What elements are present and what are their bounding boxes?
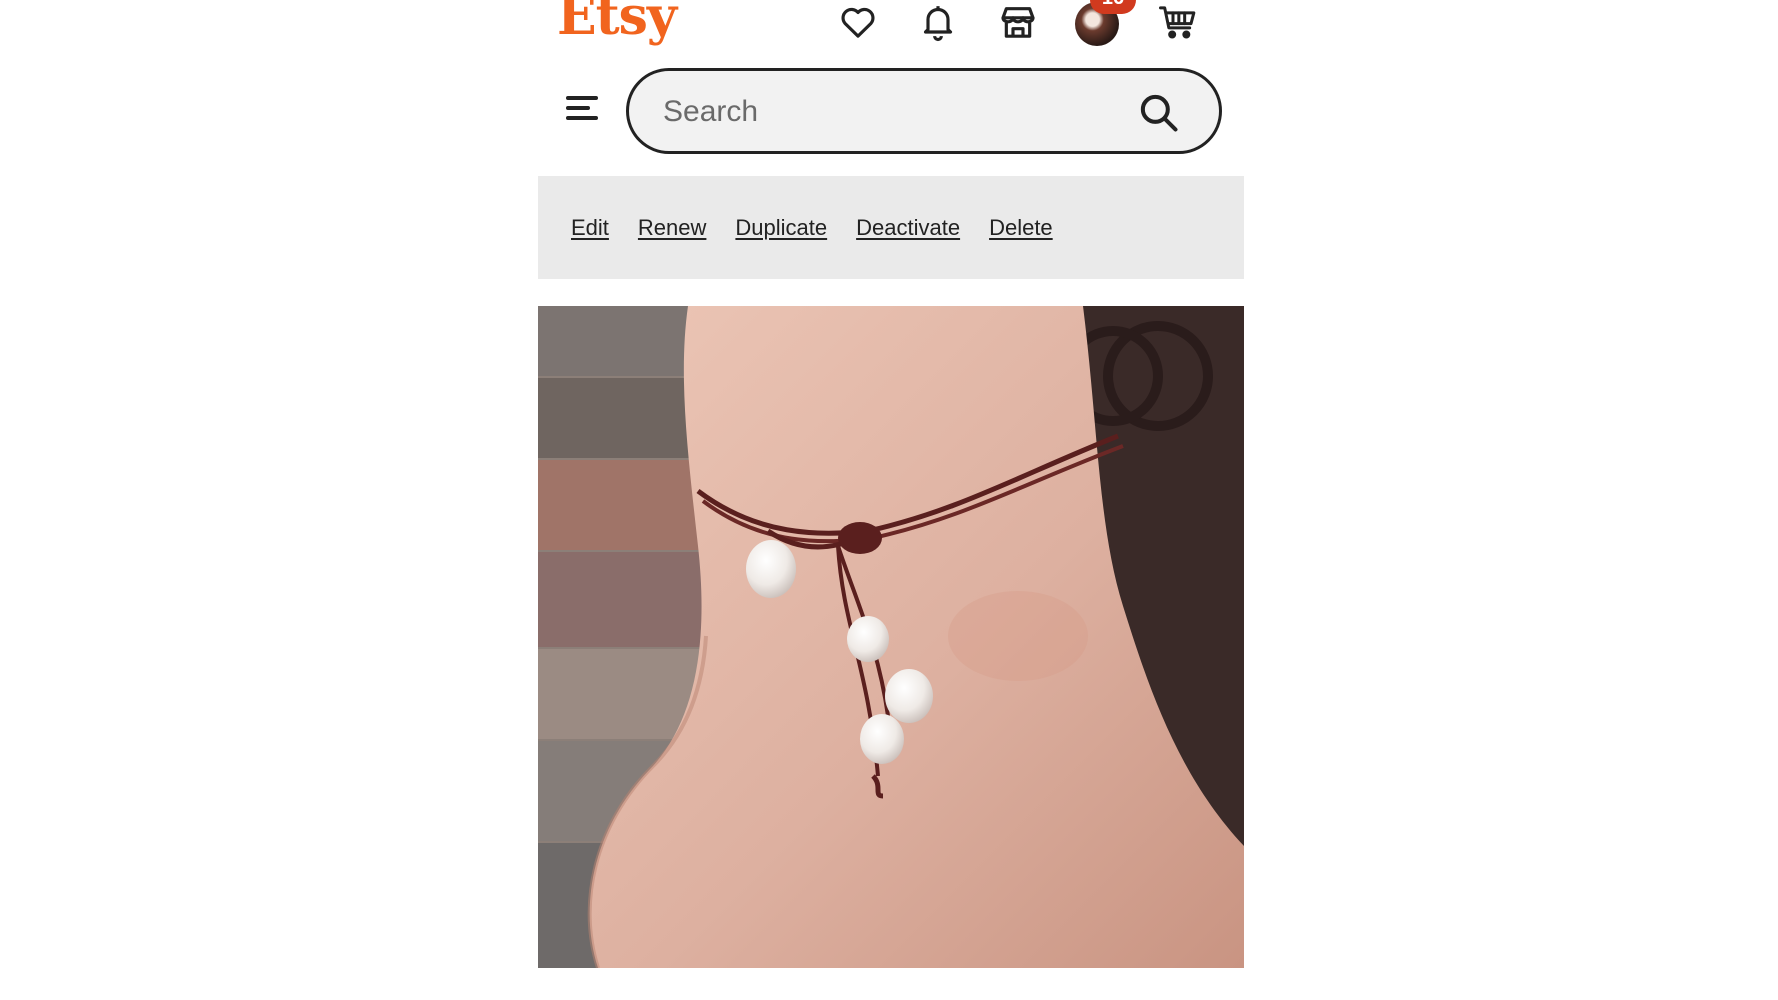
delete-link[interactable]: Delete xyxy=(989,215,1053,241)
listing-photo[interactable] xyxy=(538,306,1244,968)
notification-badge: 16 xyxy=(1090,0,1136,14)
bell-icon[interactable] xyxy=(916,0,960,44)
menu-icon[interactable] xyxy=(562,88,602,128)
etsy-logo[interactable]: Etsy xyxy=(557,0,677,48)
search-input[interactable] xyxy=(663,89,1123,135)
renew-link[interactable]: Renew xyxy=(638,215,706,241)
search-bar xyxy=(626,68,1222,154)
etsy-mobile-page: Etsy 16 xyxy=(0,0,1778,1000)
duplicate-link[interactable]: Duplicate xyxy=(735,215,827,241)
deactivate-link[interactable]: Deactivate xyxy=(856,215,960,241)
anklet-image xyxy=(538,306,1244,968)
listing-action-bar: Edit Renew Duplicate Deactivate Delete xyxy=(538,176,1244,279)
cart-icon[interactable] xyxy=(1156,0,1200,44)
edit-link[interactable]: Edit xyxy=(571,215,609,241)
heart-icon[interactable] xyxy=(836,0,880,44)
shop-icon[interactable] xyxy=(996,0,1040,44)
search-icon[interactable] xyxy=(1137,91,1181,135)
